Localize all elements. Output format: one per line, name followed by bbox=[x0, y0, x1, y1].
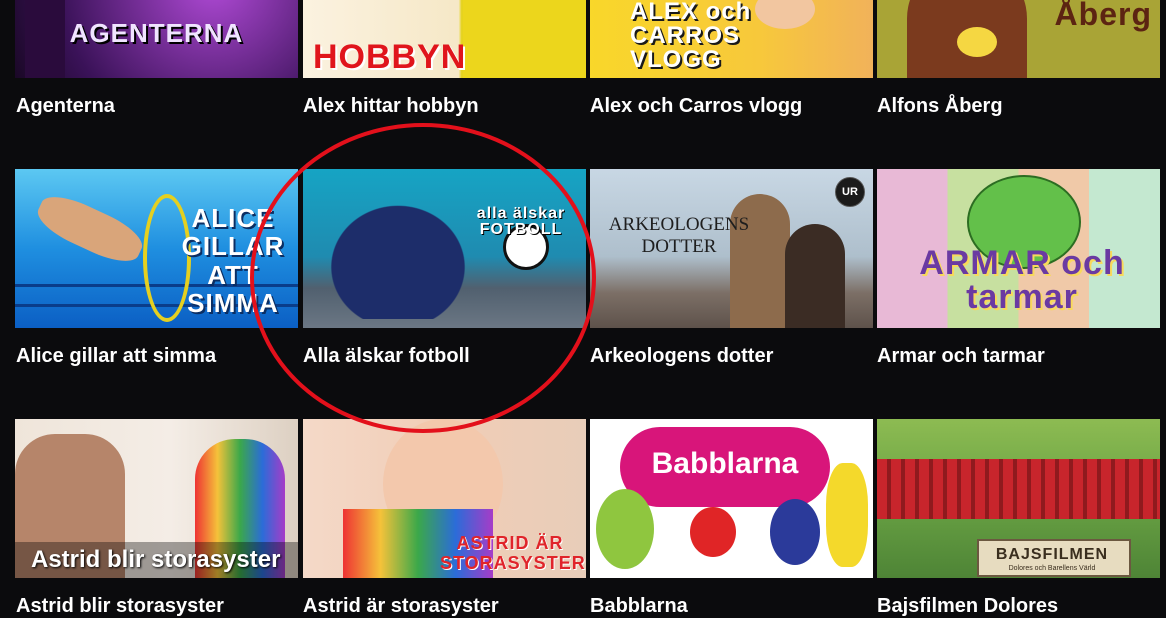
thumbnail: ALICE GILLAR ATT SIMMA bbox=[15, 169, 298, 328]
thumbnail-art-text: ASTRID ÄR STORASYSTER bbox=[440, 533, 586, 574]
program-card-astrid-ar-storasyster[interactable]: ASTRID ÄR STORASYSTER bbox=[303, 419, 586, 578]
program-card-alice-gillar-att-simma[interactable]: ALICE GILLAR ATT SIMMA bbox=[15, 169, 298, 328]
program-title[interactable]: Astrid är storasyster bbox=[303, 595, 499, 618]
program-title[interactable]: Bajsfilmen Dolores bbox=[877, 595, 1058, 618]
thumbnail-art-text: Astrid blir storasyster bbox=[15, 542, 298, 578]
program-card-bajsfilmen-dolores[interactable]: BAJSFILMEN Dolores och Barellens Värld bbox=[877, 419, 1160, 578]
program-card-astrid-blir-storasyster[interactable]: Astrid blir storasyster bbox=[15, 419, 298, 578]
program-card-armar-och-tarmar[interactable]: ARMAR och tarmar bbox=[877, 169, 1160, 328]
thumbnail-art-text: ALEX och CARROS VLOGG bbox=[630, 0, 752, 73]
thumbnail: Astrid blir storasyster bbox=[15, 419, 298, 578]
program-card-alex-och-carros-vlogg[interactable]: ALEX och CARROS VLOGG bbox=[590, 0, 873, 78]
program-card-arkeologens-dotter[interactable]: ARKEOLOGENS DOTTER UR bbox=[590, 169, 873, 328]
thumbnail: AGENTERNA bbox=[15, 0, 298, 78]
program-card-alla-alskar-fotboll[interactable]: alla älskar FOTBOLL bbox=[303, 169, 586, 328]
thumbnail: ALEX och CARROS VLOGG bbox=[590, 0, 873, 78]
thumbnail-art-text: Åberg bbox=[1054, 0, 1152, 32]
program-title[interactable]: Alfons Åberg bbox=[877, 95, 1003, 118]
program-title[interactable]: Arkeologens dotter bbox=[590, 345, 773, 368]
thumbnail-art-subtext: Dolores och Barellens Värld bbox=[1008, 565, 1096, 572]
thumbnail: HOBBYN bbox=[303, 0, 586, 78]
program-card-alex-hittar-hobbyn[interactable]: HOBBYN bbox=[303, 0, 586, 78]
program-title[interactable]: Astrid blir storasyster bbox=[16, 595, 224, 618]
thumbnail-art-text: BAJSFILMEN bbox=[995, 546, 1109, 563]
thumbnail: Babblarna bbox=[590, 419, 873, 578]
program-title[interactable]: Alla älskar fotboll bbox=[303, 345, 470, 368]
program-title[interactable]: Alice gillar att simma bbox=[16, 345, 216, 368]
thumbnail: ARKEOLOGENS DOTTER UR bbox=[590, 169, 873, 328]
thumbnail-art-text: ARKEOLOGENS DOTTER bbox=[608, 214, 750, 258]
thumbnail-art-text: AGENTERNA bbox=[69, 18, 244, 48]
thumbnail-art-text: Babblarna bbox=[651, 447, 799, 480]
program-card-agenterna[interactable]: AGENTERNA bbox=[15, 0, 298, 78]
program-title[interactable]: Babblarna bbox=[590, 595, 688, 618]
thumbnail-art-text: HOBBYN bbox=[313, 38, 467, 76]
program-title[interactable]: Armar och tarmar bbox=[877, 345, 1045, 368]
thumbnail: ASTRID ÄR STORASYSTER bbox=[303, 419, 586, 578]
thumbnail: ARMAR och tarmar bbox=[877, 169, 1160, 328]
program-card-babblarna[interactable]: Babblarna bbox=[590, 419, 873, 578]
thumbnail-art-text: alla älskar FOTBOLL bbox=[476, 205, 566, 238]
thumbnail: BAJSFILMEN Dolores och Barellens Värld bbox=[877, 419, 1160, 578]
thumbnail: Åberg bbox=[877, 0, 1160, 78]
program-title[interactable]: Alex och Carros vlogg bbox=[590, 95, 802, 118]
program-card-alfons-aberg[interactable]: Åberg bbox=[877, 0, 1160, 78]
program-title[interactable]: Alex hittar hobbyn bbox=[303, 95, 479, 118]
thumbnail-art-text: ARMAR och tarmar bbox=[919, 244, 1125, 316]
thumbnail: alla älskar FOTBOLL bbox=[303, 169, 586, 328]
thumbnail-art-text: ALICE GILLAR ATT SIMMA bbox=[181, 202, 285, 319]
program-title[interactable]: Agenterna bbox=[16, 95, 115, 118]
ur-badge: UR bbox=[835, 177, 865, 207]
